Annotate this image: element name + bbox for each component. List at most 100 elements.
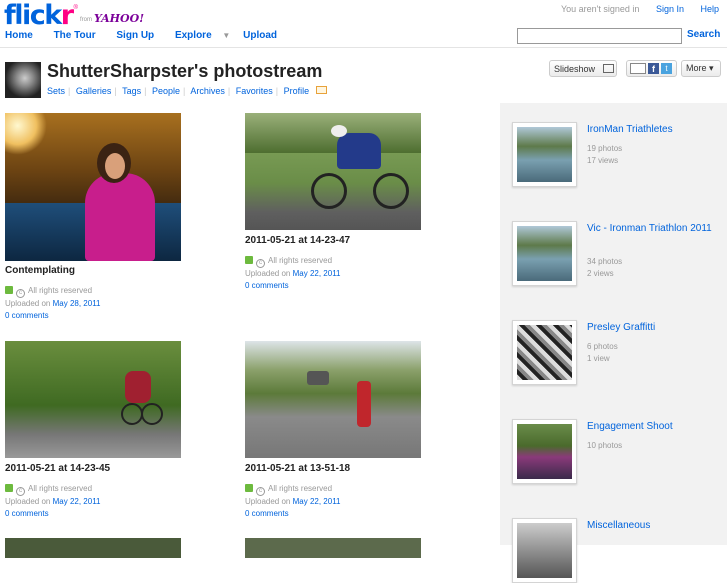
mail-icon[interactable]	[315, 86, 327, 94]
comments-link[interactable]: 0 comments	[5, 509, 49, 518]
photo-rider	[125, 371, 151, 403]
avatar[interactable]	[5, 62, 41, 98]
photo-thumbnail[interactable]	[5, 113, 181, 261]
uploaded-prefix: Uploaded on	[5, 299, 51, 308]
upload-date-link[interactable]: May 28, 2011	[53, 299, 101, 308]
search-button[interactable]: Search	[687, 29, 720, 40]
photo-thumbnail[interactable]	[5, 341, 181, 458]
set-thumbnail[interactable]	[512, 122, 577, 187]
set-title[interactable]: Miscellaneous	[587, 519, 717, 532]
license-text: All rights reserved	[28, 286, 93, 295]
photo-thumbnail[interactable]	[245, 341, 421, 458]
help-link[interactable]: Help	[700, 4, 719, 14]
header-divider	[0, 47, 727, 48]
set-thumbnail[interactable]	[512, 419, 577, 484]
photo-wheel	[311, 173, 347, 209]
subnav-separator: |	[275, 86, 279, 96]
photo-face	[105, 153, 125, 179]
more-button[interactable]: More ▾	[681, 60, 721, 77]
comments-link[interactable]: 0 comments	[245, 281, 289, 290]
subnav-profile[interactable]: Profile	[284, 86, 310, 96]
account-links: You aren't signed in Sign In Help	[547, 4, 719, 14]
license-text: All rights reserved	[268, 484, 333, 493]
logo-from: from	[79, 17, 92, 23]
set-meta: 6 photos 1 view	[587, 341, 618, 365]
set-image	[517, 523, 572, 578]
set-photo-count: 34 photos	[587, 257, 623, 266]
set-title[interactable]: Presley Graffitti	[587, 321, 717, 334]
nav-upload[interactable]: Upload	[243, 30, 277, 41]
set-thumbnail[interactable]	[512, 320, 577, 385]
yahoo-logo: YAHOO!	[93, 12, 145, 25]
upload-date-link[interactable]: May 22, 2011	[293, 269, 341, 278]
set-thumbnail[interactable]	[512, 518, 577, 583]
slideshow-button[interactable]: Slideshow	[549, 60, 617, 77]
comments-link[interactable]: 0 comments	[245, 509, 289, 518]
upload-date-link[interactable]: May 22, 2011	[53, 497, 101, 506]
photostream-subnav: Sets | Galleries | Tags | People | Archives |…	[47, 86, 327, 96]
nav-the-tour[interactable]: The Tour	[54, 30, 96, 41]
subnav-separator: |	[182, 86, 186, 96]
photo-meta: c All rights reserved Uploaded on May 22,…	[245, 255, 341, 292]
monitor-icon	[603, 64, 615, 73]
subnav-galleries[interactable]: Galleries	[76, 86, 112, 96]
subnav-separator: |	[144, 86, 147, 96]
nav-home[interactable]: Home	[5, 30, 33, 41]
set-meta: 34 photos 2 views	[587, 256, 622, 280]
photo-wheel	[121, 403, 143, 425]
photo-wheel	[141, 403, 163, 425]
photo-title[interactable]: Contemplating	[5, 265, 75, 276]
uploaded-prefix: Uploaded on	[245, 269, 291, 278]
photo-rider	[337, 133, 381, 169]
flickr-logo[interactable]: flickr ® from YAHOO!	[4, 0, 145, 31]
twitter-icon: t	[661, 63, 672, 74]
photo-helmet	[331, 125, 347, 137]
photo-thumbnail[interactable]	[245, 113, 421, 230]
comments-link[interactable]: 0 comments	[5, 311, 49, 320]
set-title[interactable]: Vic - Ironman Triathlon 2011	[587, 222, 717, 235]
nav-explore[interactable]: Explore	[175, 30, 212, 41]
set-title[interactable]: IronMan Triathletes	[587, 123, 717, 136]
set-photo-count: 19 photos	[587, 144, 623, 153]
photo-meta: c All rights reserved Uploaded on May 28,…	[5, 285, 101, 322]
set-view-count: 17 views	[587, 156, 619, 165]
share-button[interactable]: f t	[626, 60, 677, 77]
sign-in-link[interactable]: Sign In	[656, 4, 684, 14]
subnav-tags[interactable]: Tags	[122, 86, 141, 96]
copyright-icon: c	[16, 289, 25, 298]
set-photo-count: 6 photos	[587, 342, 618, 351]
photo-title[interactable]: 2011-05-21 at 14-23-45	[5, 463, 110, 474]
photo-meta: c All rights reserved Uploaded on May 22,…	[245, 483, 341, 520]
cc-icon	[245, 484, 253, 492]
photo-subject	[85, 173, 155, 261]
logo-text: flickr	[4, 0, 74, 31]
copyright-icon: c	[256, 259, 265, 268]
set-title[interactable]: Engagement Shoot	[587, 420, 717, 433]
upload-date-link[interactable]: May 22, 2011	[293, 497, 341, 506]
set-view-count: 2 views	[587, 269, 614, 278]
set-thumbnail[interactable]	[512, 221, 577, 286]
photo-title[interactable]: 2011-05-21 at 14-23-47	[245, 235, 350, 246]
photo-title[interactable]: 2011-05-21 at 13-51-18	[245, 463, 350, 474]
subnav-sets[interactable]: Sets	[47, 86, 65, 96]
photo-spectator	[357, 381, 371, 427]
search-input[interactable]	[517, 28, 682, 44]
set-image	[517, 226, 572, 281]
set-meta: 10 photos	[587, 440, 622, 452]
license-text: All rights reserved	[28, 484, 93, 493]
signed-out-text: You aren't signed in	[560, 4, 640, 14]
subnav-people[interactable]: People	[152, 86, 180, 96]
cc-icon	[245, 256, 253, 264]
nav-sign-up[interactable]: Sign Up	[116, 30, 154, 41]
subnav-separator: |	[227, 86, 231, 96]
subnav-favorites[interactable]: Favorites	[236, 86, 273, 96]
set-image	[517, 424, 572, 479]
set-photo-count: 10 photos	[587, 441, 623, 450]
chevron-down-icon[interactable]: ▼	[222, 31, 230, 40]
photo-car	[307, 371, 329, 385]
photo-thumbnail[interactable]	[5, 538, 181, 558]
subnav-archives[interactable]: Archives	[190, 86, 225, 96]
photo-wheel	[373, 173, 409, 209]
set-image	[517, 325, 572, 380]
photo-thumbnail[interactable]	[245, 538, 421, 558]
